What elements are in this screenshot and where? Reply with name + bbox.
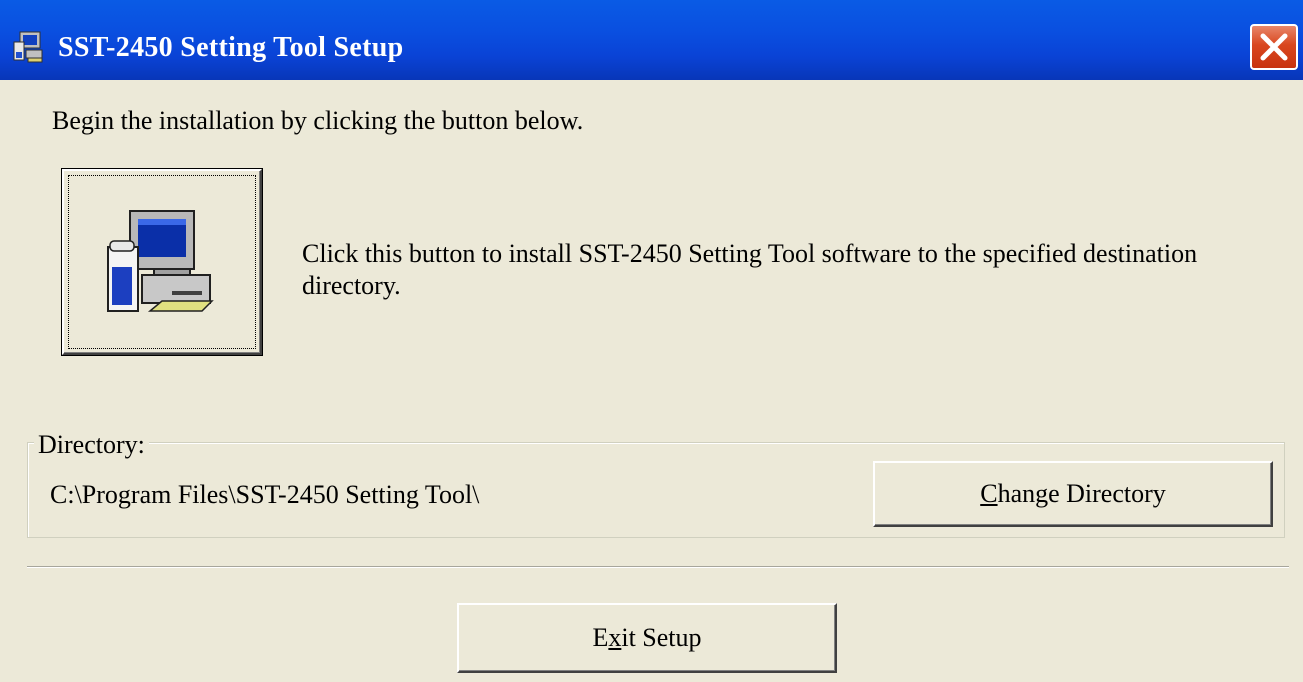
- title-bar[interactable]: SST-2450 Setting Tool Setup: [0, 0, 1303, 80]
- button-label-start: E: [592, 623, 609, 652]
- mnemonic-underline: x: [608, 623, 622, 652]
- directory-path: C:\Program Files\SST-2450 Setting Tool\: [50, 480, 480, 509]
- separator-line: [27, 566, 1289, 568]
- setup-computer-icon: [10, 30, 46, 64]
- directory-group-label: Directory:: [34, 430, 149, 460]
- install-button[interactable]: [62, 169, 262, 355]
- install-description: Click this button to install SST-2450 Se…: [302, 239, 1198, 300]
- window-title: SST-2450 Setting Tool Setup: [58, 32, 404, 63]
- intro-text: Begin the installation by clicking the b…: [52, 106, 584, 135]
- button-label: hange Directory: [997, 479, 1166, 508]
- close-button[interactable]: [1250, 24, 1298, 70]
- mnemonic-underline: C: [980, 479, 998, 508]
- button-label-end: it Setup: [621, 623, 702, 652]
- change-directory-button[interactable]: Change Directory: [873, 461, 1273, 527]
- exit-setup-button[interactable]: Exit Setup: [457, 603, 837, 673]
